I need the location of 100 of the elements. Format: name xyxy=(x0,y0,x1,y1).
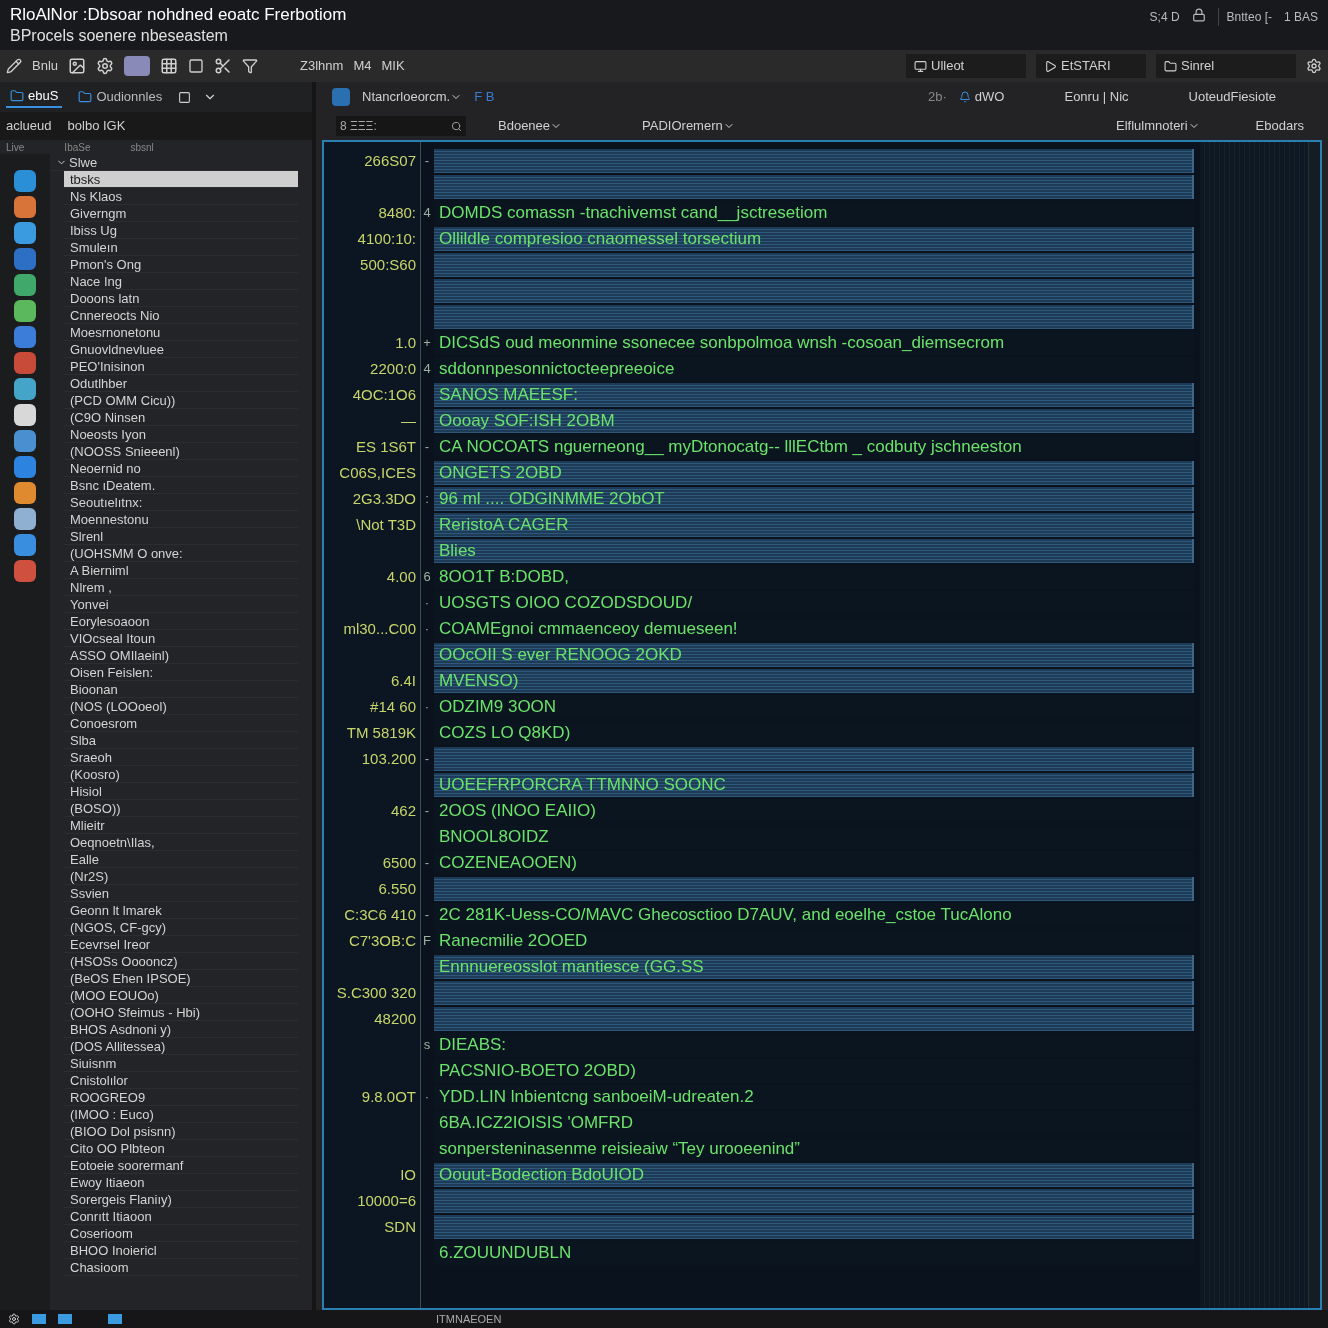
tree-item[interactable]: Cito OO Plbteon xyxy=(64,1140,298,1157)
tree-item[interactable]: Odutlhber xyxy=(64,375,298,392)
tree-item[interactable]: BHOO Inoiericl xyxy=(64,1242,298,1259)
tree-item[interactable]: Nlrem , xyxy=(64,579,298,596)
tree-item[interactable]: (BIOO Dol psisnn) xyxy=(64,1123,298,1140)
tree-item[interactable]: Bioonan xyxy=(64,681,298,698)
tree-item[interactable]: Pmon's Ong xyxy=(64,256,298,273)
scrollbar[interactable] xyxy=(1308,142,1320,1308)
tree-item[interactable]: Mlieitr xyxy=(64,817,298,834)
tree-item[interactable]: Slrenl xyxy=(64,528,298,545)
app-icon[interactable] xyxy=(14,378,36,400)
tree-item[interactable]: ASSO OMIlaeinl) xyxy=(64,647,298,664)
tree-item[interactable]: (OOHO Sfeimus - Hbi) xyxy=(64,1004,298,1021)
source-dropdown[interactable]: Ntancrloeorcm. xyxy=(362,87,463,107)
app-icon[interactable] xyxy=(14,170,36,192)
toolbar-button[interactable]: Ulleot xyxy=(906,54,1026,78)
app-icon[interactable] xyxy=(14,430,36,452)
filter-dropdown[interactable]: PADIOremern xyxy=(642,116,735,136)
tree-item[interactable]: (BeOS Ehen IPSOE) xyxy=(64,970,298,987)
tree-item[interactable]: Chasioom xyxy=(64,1259,298,1276)
tree-item[interactable]: (BOSO)) xyxy=(64,800,298,817)
tree-item[interactable]: Seoutıelıtnx: xyxy=(64,494,298,511)
tree-item[interactable]: BHOS Asdnoni y) xyxy=(64,1021,298,1038)
header-text[interactable]: Ebodars xyxy=(1255,116,1304,136)
grid-icon[interactable] xyxy=(160,57,179,75)
header-text[interactable]: dWO xyxy=(958,87,1005,107)
tree-item[interactable]: Ibiss Ug xyxy=(64,222,298,239)
tree-item[interactable]: Eotoeie soorermanf xyxy=(64,1157,298,1174)
tree-item[interactable]: (MOO EOUOo) xyxy=(64,987,298,1004)
app-icon[interactable] xyxy=(14,508,36,530)
filter-label[interactable]: bolbo IGK xyxy=(67,116,126,136)
tree-item[interactable]: Yonvei xyxy=(64,596,298,613)
sidebar-tab[interactable]: ebuS xyxy=(6,86,63,108)
settings-icon[interactable] xyxy=(1306,58,1322,74)
app-icon[interactable] xyxy=(14,300,36,322)
app-icon[interactable] xyxy=(14,274,36,296)
toolbar-label[interactable]: Bnlu xyxy=(32,56,59,76)
app-icon[interactable] xyxy=(14,534,36,556)
tree-item[interactable]: Giverngm xyxy=(64,205,298,222)
tree-item[interactable]: Smuleın xyxy=(64,239,298,256)
tree-item[interactable]: Siuisnm xyxy=(64,1055,298,1072)
tree-item[interactable]: Coserioom xyxy=(64,1225,298,1242)
tree-item[interactable]: (PCD OMM Cicu)) xyxy=(64,392,298,409)
tree-item[interactable]: Sraeoh xyxy=(64,749,298,766)
tree-item[interactable]: Eorylesoaoon xyxy=(64,613,298,630)
tree-item[interactable]: (UOHSMM O onve: xyxy=(64,545,298,562)
toolbar-label[interactable]: M4 xyxy=(353,56,372,76)
tree-item[interactable]: Bsnc ıDeatem. xyxy=(64,477,298,494)
tree-item[interactable]: (Koosro) xyxy=(64,766,298,783)
tree-item[interactable]: (NOOSS Snieeenl) xyxy=(64,443,298,460)
tree-item[interactable]: Oisen Feislen: xyxy=(64,664,298,681)
tree-item[interactable]: ROOGREO9 xyxy=(64,1089,298,1106)
tree-item[interactable]: Cnistolılor xyxy=(64,1072,298,1089)
tree-item[interactable]: Noeosts Iyon xyxy=(64,426,298,443)
scissors-icon[interactable] xyxy=(214,57,233,75)
tree-item[interactable]: Ealle xyxy=(64,851,298,868)
tree-item[interactable]: VIOcseal Itoun xyxy=(64,630,298,647)
square-icon[interactable] xyxy=(188,58,205,74)
column-header[interactable]: Live xyxy=(6,139,25,155)
header-text[interactable]: Eonru | Nic xyxy=(1064,87,1129,107)
tree-item[interactable]: Neoernid no xyxy=(64,460,298,477)
filter-label[interactable]: aclueud xyxy=(6,116,52,136)
settings-icon[interactable] xyxy=(8,1313,20,1325)
column-header[interactable]: IbaSe xyxy=(64,139,91,155)
search-field[interactable]: 8 ΞΞΞ: xyxy=(336,116,466,136)
tree-item[interactable]: (NOS (LOOoeol) xyxy=(64,698,298,715)
toolbar-label[interactable]: Z3lhnm xyxy=(300,56,344,76)
toolbar-button[interactable]: Sinrel xyxy=(1156,54,1296,78)
tree-item[interactable]: Hisiol xyxy=(64,783,298,800)
tree-item[interactable]: Conoesrom xyxy=(64,715,298,732)
tree-item[interactable]: Ssvien xyxy=(64,885,298,902)
tree-item[interactable]: Ns Klaos xyxy=(64,188,298,205)
tree-item[interactable]: tbsks xyxy=(64,171,298,188)
app-icon[interactable] xyxy=(14,222,36,244)
tree-item[interactable]: Oeqnoetn\Ilas, xyxy=(64,834,298,851)
lock-icon[interactable] xyxy=(1191,8,1206,22)
app-icon[interactable] xyxy=(14,196,36,218)
app-icon[interactable] xyxy=(14,482,36,504)
settings-icon[interactable] xyxy=(96,57,115,75)
tree-item[interactable]: (HSOSs Ooooncz) xyxy=(64,953,298,970)
filter-dropdown[interactable]: Elflulmnoteri xyxy=(1116,116,1200,136)
app-icon[interactable] xyxy=(14,404,36,426)
tree-item[interactable]: (DOS Allitessea) xyxy=(64,1038,298,1055)
tree-item[interactable]: Gnuovldnevluee xyxy=(64,341,298,358)
tree-item[interactable]: Conrıtt Itiaoon xyxy=(64,1208,298,1225)
tree-item[interactable]: Cnnereocts Nio xyxy=(64,307,298,324)
header-text[interactable]: UoteudFiesiote xyxy=(1188,87,1276,107)
tree-item[interactable]: Moesrnonetonu xyxy=(64,324,298,341)
sidebar-tab[interactable]: Oudionnles xyxy=(74,87,167,107)
tree-item[interactable]: PEO'Inisinon xyxy=(64,358,298,375)
column-header[interactable]: sbsnl xyxy=(130,139,154,155)
tree-item[interactable]: (IMOO : Euco) xyxy=(64,1106,298,1123)
tree-item[interactable]: Ewoy Itiaeon xyxy=(64,1174,298,1191)
tree-item[interactable]: (C9O Ninsen xyxy=(64,409,298,426)
tree-item[interactable]: Sorergeis Flaniıy) xyxy=(64,1191,298,1208)
tree-item[interactable]: Geonn lt lmarek xyxy=(64,902,298,919)
filter-dropdown[interactable]: Bdoenee xyxy=(498,116,563,136)
tree-item[interactable]: Ecevrsel Ireor xyxy=(64,936,298,953)
tree-item[interactable]: Moennestonu xyxy=(64,511,298,528)
pencil-icon[interactable] xyxy=(6,58,22,74)
